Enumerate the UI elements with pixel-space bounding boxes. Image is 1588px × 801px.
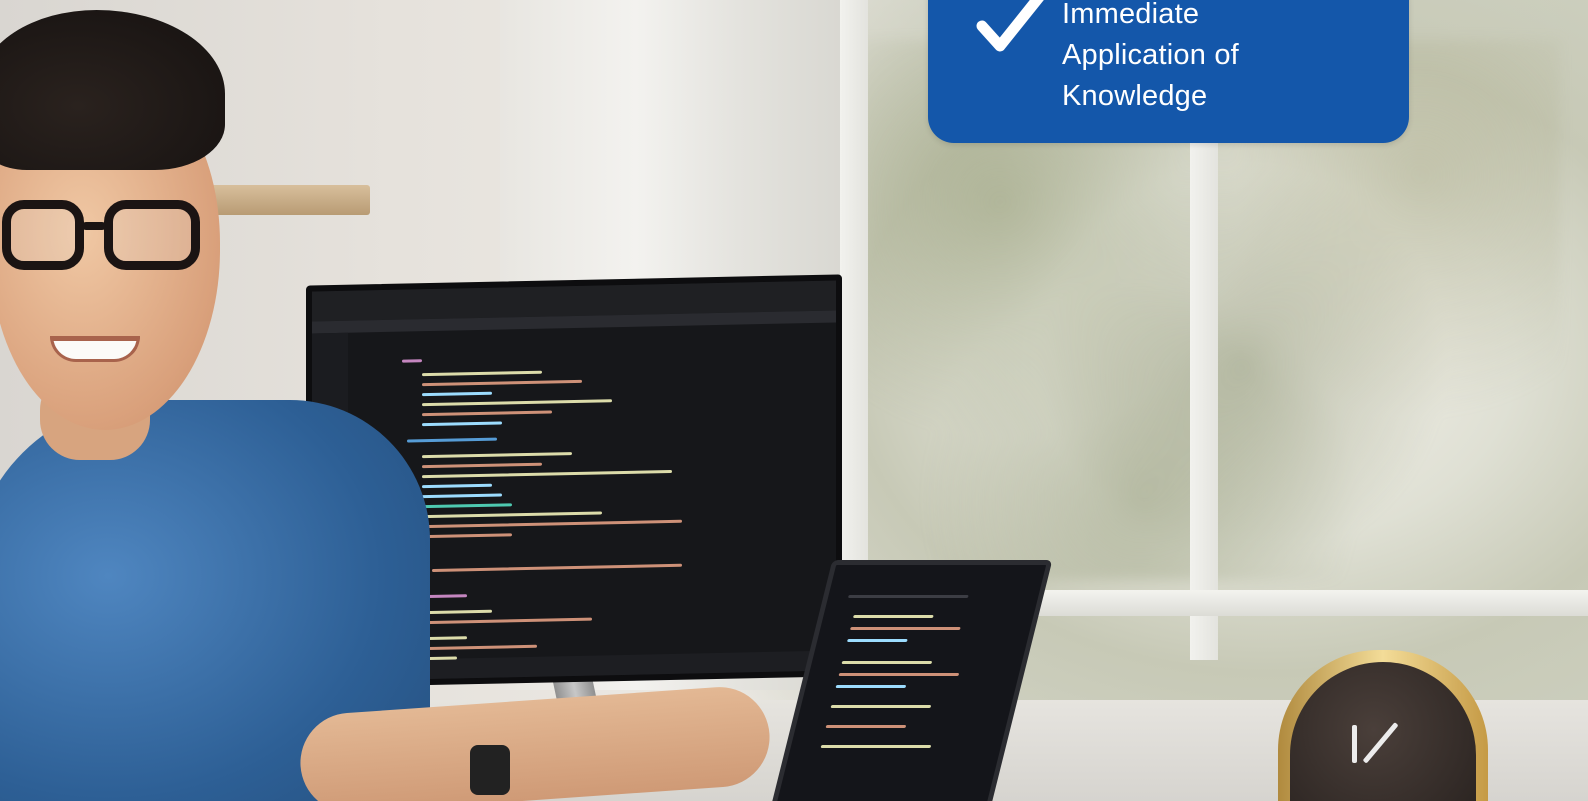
glasses-lens	[104, 200, 200, 270]
callout-text: Immediate Application of Knowledge	[1062, 0, 1392, 117]
wristwatch	[470, 745, 510, 795]
callout-line: Application of	[1062, 39, 1239, 71]
benefit-callout: Immediate Application of Knowledge	[928, 0, 1409, 143]
glasses-bridge	[82, 222, 106, 230]
callout-line: Knowledge	[1062, 80, 1208, 112]
person-smile	[50, 336, 140, 362]
clock-hand	[1352, 725, 1357, 763]
glasses-lens	[2, 200, 84, 270]
check-icon	[976, 0, 1044, 52]
callout-line: Immediate	[1062, 0, 1200, 30]
